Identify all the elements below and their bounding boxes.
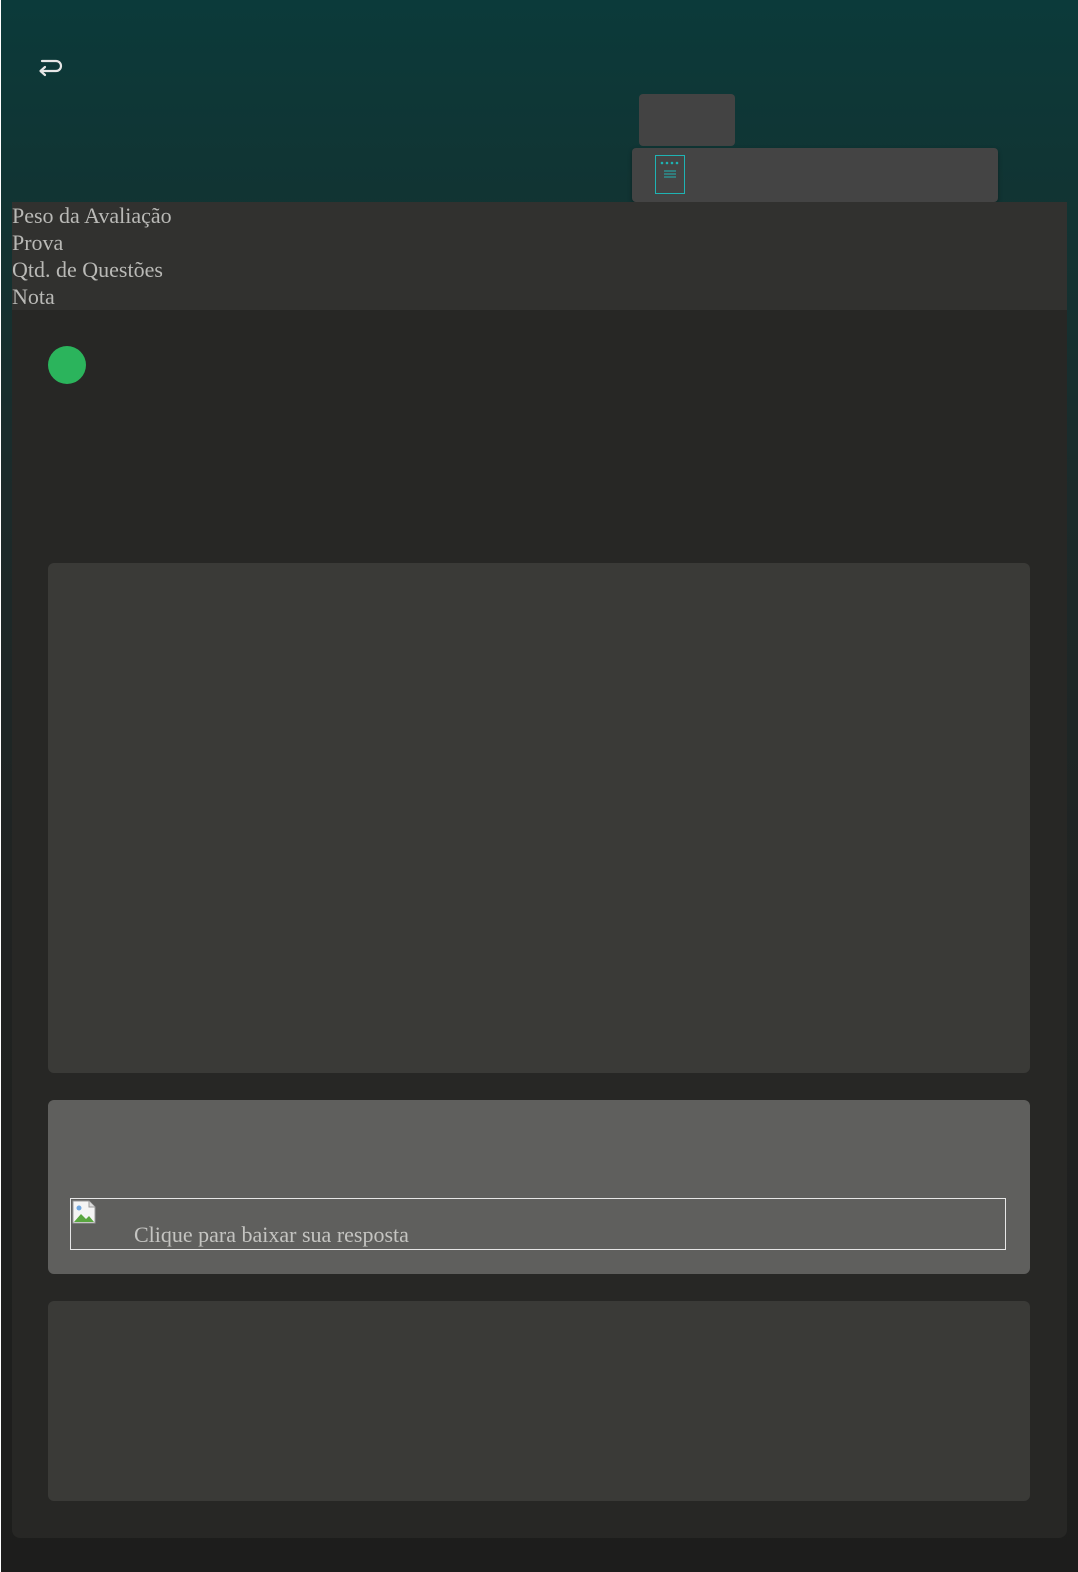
exam-label: Prova (12, 230, 64, 255)
return-arrow-icon (39, 59, 63, 77)
grade-label: Nota (12, 284, 55, 309)
broken-image-icon (72, 1200, 96, 1224)
document-icon[interactable] (655, 155, 685, 194)
document-toolbar[interactable] (632, 148, 998, 202)
header-tab[interactable] (639, 94, 735, 146)
answer-card: Clique para baixar sua resposta (48, 1100, 1030, 1274)
question-panel: Clique para baixar sua resposta (12, 310, 1067, 1538)
window-edge (0, 0, 1, 1572)
download-answer-button[interactable]: Clique para baixar sua resposta (70, 1198, 1006, 1250)
weight-label: Peso da Avaliação (12, 203, 172, 228)
question-card (48, 563, 1030, 1073)
question-count-label: Qtd. de Questões (12, 257, 163, 282)
feedback-card (48, 1301, 1030, 1501)
download-answer-label: Clique para baixar sua resposta (134, 1222, 409, 1247)
status-indicator (48, 346, 86, 384)
back-button[interactable] (34, 54, 66, 82)
evaluation-info-panel: Peso da Avaliação Prova Qtd. de Questões… (12, 202, 1067, 310)
